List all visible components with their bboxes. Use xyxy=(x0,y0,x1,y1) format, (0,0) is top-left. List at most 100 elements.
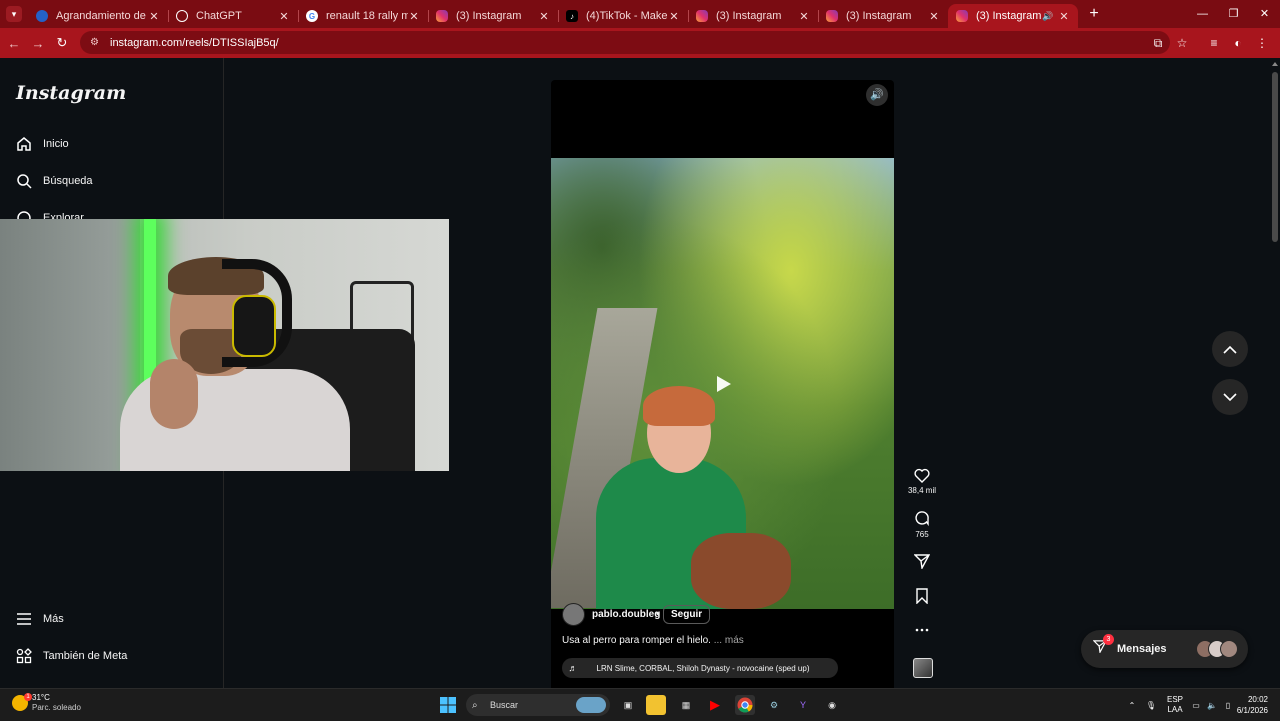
webcam-overlay xyxy=(0,219,449,471)
tab-8-active[interactable]: (3) Instagram 🔊 ✕ xyxy=(948,4,1078,28)
reel-info: pablo.doubleg • Seguir Usa al perro para… xyxy=(551,603,894,688)
like-action[interactable]: 38,4 mil xyxy=(900,468,944,495)
forward-button[interactable]: → xyxy=(26,36,50,51)
heart-icon[interactable] xyxy=(914,468,930,483)
share-action[interactable] xyxy=(900,554,944,569)
task-view-icon[interactable]: ▣ xyxy=(618,695,638,715)
battery-icon[interactable]: ▯ xyxy=(1220,701,1236,710)
app-y-icon[interactable]: Y xyxy=(793,695,813,715)
comment-icon[interactable] xyxy=(914,511,930,527)
weather-temperature: 31°C xyxy=(32,693,50,702)
next-reel-button[interactable] xyxy=(1212,379,1248,415)
save-action[interactable] xyxy=(900,588,944,604)
sidebar-item-also-from-meta[interactable]: También de Meta xyxy=(16,648,127,664)
bookmark-star-icon[interactable]: ☆ xyxy=(1170,36,1194,50)
close-icon[interactable]: ✕ xyxy=(668,10,680,23)
reel-player[interactable]: 🔊 pablo.doubleg • Seguir Usa al perro pa… xyxy=(551,80,894,688)
tab-1[interactable]: Agrandamiento de los pe ✕ xyxy=(28,4,168,28)
weather-widget[interactable]: 31°C Parc. soleado xyxy=(12,693,81,713)
volume-icon[interactable]: 🔊 xyxy=(866,84,888,106)
close-icon[interactable]: ✕ xyxy=(928,10,940,23)
site-info-icon[interactable]: ⚙ xyxy=(90,37,102,48)
instagram-icon xyxy=(956,10,968,22)
separator-dot: • xyxy=(656,609,660,620)
follow-button[interactable]: Seguir xyxy=(663,605,711,624)
page-scrollbar[interactable] xyxy=(1270,58,1280,688)
back-button[interactable]: ← xyxy=(2,36,26,51)
sidebar-item-more[interactable]: Más xyxy=(16,611,64,627)
share-icon[interactable] xyxy=(914,554,930,569)
display-icon[interactable]: ▭ xyxy=(1188,701,1204,710)
search-icon: ⌕ xyxy=(472,699,478,711)
instagram-logo[interactable]: Instagram xyxy=(16,82,126,104)
sidebar-item-search[interactable]: Búsqueda xyxy=(16,173,93,189)
close-icon[interactable]: ✕ xyxy=(148,10,160,23)
audio-playing-icon[interactable]: 🔊 xyxy=(1042,11,1054,22)
profile-avatar[interactable]: ◐ xyxy=(1226,36,1250,50)
play-icon[interactable] xyxy=(712,373,734,395)
close-icon[interactable]: ✕ xyxy=(798,10,810,23)
restore-button[interactable]: ❐ xyxy=(1218,0,1249,28)
sidebar-item-home[interactable]: Inicio xyxy=(16,136,69,152)
windows-taskbar: 31°C Parc. soleado ⌕ Buscar ▣ ▦ ▶ ⚙ Y ◉ … xyxy=(0,688,1280,721)
system-clock[interactable]: 20:02 6/1/2026 xyxy=(1237,694,1268,716)
microphone-icon[interactable]: 🎙 xyxy=(1140,701,1162,710)
tab-5[interactable]: ♪ (4)TikTok - Make Your Day ✕ xyxy=(558,4,688,28)
comment-action[interactable]: 765 xyxy=(900,511,944,539)
scrollbar-thumb[interactable] xyxy=(1272,72,1278,242)
tab-2[interactable]: ChatGPT ✕ xyxy=(168,4,298,28)
google-icon: G xyxy=(306,10,318,22)
comment-count: 765 xyxy=(915,530,929,539)
obs-icon[interactable]: ◉ xyxy=(822,695,842,715)
sidebar-item-label: Inicio xyxy=(43,138,69,150)
chevron-up-icon[interactable]: ⌃ xyxy=(1124,701,1140,710)
close-icon[interactable]: ✕ xyxy=(408,10,420,23)
blue-circle-icon xyxy=(36,10,48,22)
more-options-action[interactable] xyxy=(900,622,944,638)
tab-7[interactable]: (3) Instagram ✕ xyxy=(818,4,948,28)
chrome-icon[interactable] xyxy=(735,695,755,715)
previous-reel-button[interactable] xyxy=(1212,331,1248,367)
more-options-icon[interactable] xyxy=(915,622,929,638)
messages-button[interactable]: 3 Mensajes xyxy=(1081,630,1248,668)
avatar xyxy=(1220,640,1238,658)
browser-toolbar: ← → ↻ ⚙ instagram.com/reels/DTISSIajB5q/… xyxy=(0,28,1280,58)
reel-video[interactable] xyxy=(551,158,894,618)
close-icon[interactable]: ✕ xyxy=(538,10,550,23)
scroll-up-arrow[interactable] xyxy=(1272,62,1278,66)
new-tab-button[interactable]: + xyxy=(1082,5,1106,23)
language-indicator[interactable]: ESP LAA xyxy=(1162,695,1188,715)
volume-icon[interactable]: 🔈 xyxy=(1204,701,1220,710)
media-control-icon[interactable]: ≡ xyxy=(1202,36,1226,50)
messages-badge: 3 xyxy=(1103,634,1114,645)
browser-menu-icon[interactable]: ⋮ xyxy=(1250,36,1274,50)
author-name[interactable]: pablo.doubleg xyxy=(592,609,660,620)
tab-title: (4)TikTok - Make Your Day xyxy=(586,10,668,22)
tab-search-button[interactable]: ▾ xyxy=(6,6,22,22)
sidebar-item-label: Búsqueda xyxy=(43,175,93,187)
address-bar[interactable]: ⚙ instagram.com/reels/DTISSIajB5q/ xyxy=(80,31,1170,54)
tab-6[interactable]: (3) Instagram ✕ xyxy=(688,4,818,28)
tab-4[interactable]: (3) Instagram ✕ xyxy=(428,4,558,28)
taskbar-search[interactable]: ⌕ Buscar xyxy=(466,694,610,716)
audio-track-pill[interactable]: ♬ LRN Slime, CORBAL, Shiloh Dynasty - no… xyxy=(562,658,838,678)
steam-icon[interactable]: ⚙ xyxy=(764,695,784,715)
windows-start-icon[interactable] xyxy=(438,695,458,715)
tab-3[interactable]: G renault 18 rally misiones : ✕ xyxy=(298,4,428,28)
close-icon[interactable]: ✕ xyxy=(278,10,290,23)
youtube-icon[interactable]: ▶ xyxy=(705,695,725,715)
author-avatar[interactable] xyxy=(562,603,585,626)
tiktok-icon: ♪ xyxy=(566,10,578,22)
caption-more-link[interactable]: ... más xyxy=(714,635,744,646)
instagram-icon xyxy=(826,10,838,22)
close-icon[interactable]: ✕ xyxy=(1058,10,1070,23)
bookmark-icon[interactable] xyxy=(915,588,929,604)
store-icon[interactable]: ▦ xyxy=(676,695,696,715)
tab-title: (3) Instagram xyxy=(976,10,1042,22)
file-explorer-icon[interactable] xyxy=(646,695,666,715)
install-app-icon[interactable]: ⧉ xyxy=(1146,36,1170,51)
close-window-button[interactable]: ✕ xyxy=(1249,0,1280,28)
minimize-button[interactable]: — xyxy=(1187,0,1218,28)
audio-thumbnail[interactable] xyxy=(913,658,933,678)
reload-button[interactable]: ↻ xyxy=(50,35,74,51)
